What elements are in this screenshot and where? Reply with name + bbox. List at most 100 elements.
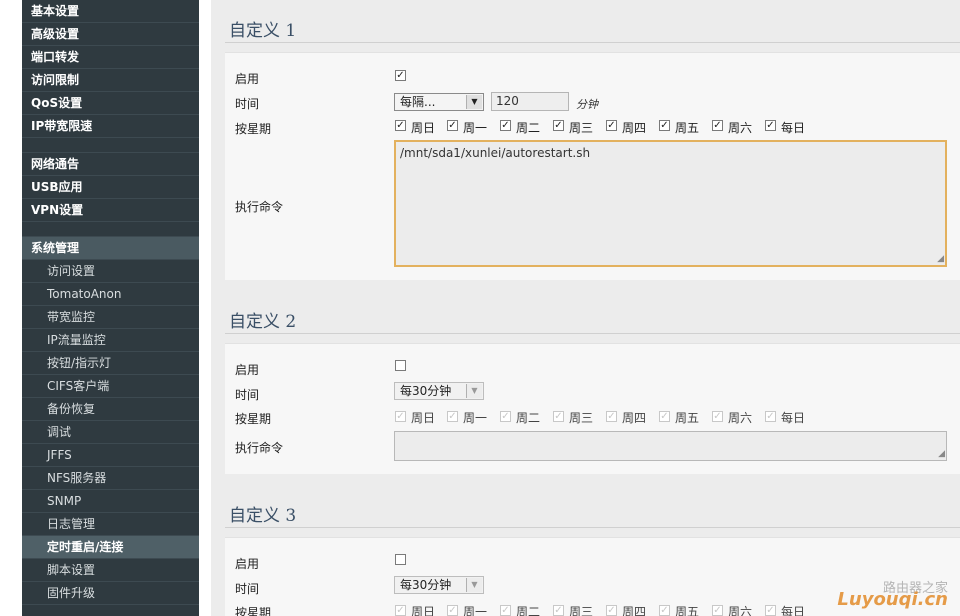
nav-sub-nfs-server[interactable]: NFS服务器 — [22, 467, 199, 490]
custom1-time-select[interactable]: 每隔... ▼ — [394, 93, 484, 111]
nav-sub-tomatoanon[interactable]: TomatoAnon — [22, 283, 199, 306]
nav-sub-backup-restore[interactable]: 备份恢复 — [22, 398, 199, 421]
day-label-sun: 周日 — [411, 121, 436, 135]
day-label-tue: 周二 — [516, 605, 541, 616]
day-label-sat: 周六 — [728, 411, 753, 425]
custom3-time-select[interactable]: 每30分钟 ▼ — [394, 576, 484, 594]
day-label-sat: 周六 — [728, 605, 753, 616]
custom1-day-tue-checkbox[interactable] — [500, 120, 511, 131]
custom3-day-wed-checkbox[interactable] — [553, 605, 564, 616]
nav-sub-cifs-client[interactable]: CIFS客户端 — [22, 375, 199, 398]
custom3-day-sat-checkbox[interactable] — [712, 605, 723, 616]
nav-sub-debug[interactable]: 调试 — [22, 421, 199, 444]
title-rule — [225, 527, 960, 528]
custom3-day-daily-checkbox[interactable] — [765, 605, 776, 616]
custom1-day-sun-checkbox[interactable] — [395, 120, 406, 131]
custom2-title: 自定义 2 — [229, 312, 297, 332]
custom1-day-daily-checkbox[interactable] — [765, 120, 776, 131]
nav-vpn-settings[interactable]: VPN设置 — [22, 199, 199, 222]
custom1-day-sat-checkbox[interactable] — [712, 120, 723, 131]
custom1-day-mon-checkbox[interactable] — [447, 120, 458, 131]
custom2-day-sun-checkbox[interactable] — [395, 411, 406, 422]
custom2-command-textarea[interactable]: ◢ — [394, 431, 947, 461]
custom2-panel: 启用 时间 每30分钟 ▼ 按星期 周日 周一 周二 周三 周四 周五 周六 每… — [225, 343, 960, 474]
custom1-time-select-value: 每隔... — [400, 95, 436, 109]
nav-gap — [22, 222, 199, 237]
nav-advanced-settings[interactable]: 高级设置 — [22, 23, 199, 46]
custom3-title: 自定义 3 — [229, 506, 297, 526]
nav-ip-bandwidth-limit[interactable]: IP带宽限速 — [22, 115, 199, 138]
custom2-day-sat-checkbox[interactable] — [712, 411, 723, 422]
nav-sub-scripts[interactable]: 脚本设置 — [22, 559, 199, 582]
nav-sub-buttons-leds[interactable]: 按钮/指示灯 — [22, 352, 199, 375]
day-label-sat: 周六 — [728, 121, 753, 135]
day-label-tue: 周二 — [516, 411, 541, 425]
custom3-day-tue-checkbox[interactable] — [500, 605, 511, 616]
nav-network-announce[interactable]: 网络通告 — [22, 153, 199, 176]
custom1-day-thu-checkbox[interactable] — [606, 120, 617, 131]
nav-usb-apps[interactable]: USB应用 — [22, 176, 199, 199]
resize-handle-icon[interactable]: ◢ — [937, 254, 944, 264]
day-label-fri: 周五 — [675, 411, 700, 425]
chevron-down-icon: ▼ — [466, 384, 482, 398]
custom2-time-select[interactable]: 每30分钟 ▼ — [394, 382, 484, 400]
nav-sub-bandwidth-monitor[interactable]: 带宽监控 — [22, 306, 199, 329]
day-label-mon: 周一 — [463, 605, 488, 616]
day-label-sun: 周日 — [411, 411, 436, 425]
nav-sub-scheduler[interactable]: 定时重启/连接 — [22, 536, 199, 559]
resize-handle-icon[interactable]: ◢ — [938, 449, 945, 459]
enable-label: 启用 — [235, 557, 260, 571]
sidebar-divider — [199, 0, 211, 616]
nav-gap — [22, 138, 199, 153]
day-label-daily: 每日 — [781, 411, 806, 425]
chevron-down-icon: ▼ — [466, 95, 482, 109]
nav-port-forwarding[interactable]: 端口转发 — [22, 46, 199, 69]
day-label-thu: 周四 — [622, 121, 647, 135]
nav-sub-snmp[interactable]: SNMP — [22, 490, 199, 513]
nav-basic-settings[interactable]: 基本设置 — [22, 0, 199, 23]
custom1-command-textarea[interactable]: /mnt/sda1/xunlei/autorestart.sh ◢ — [394, 140, 947, 267]
custom2-enable-checkbox[interactable] — [395, 360, 406, 371]
day-label-wed: 周三 — [569, 121, 594, 135]
custom3-day-fri-checkbox[interactable] — [659, 605, 670, 616]
day-label-tue: 周二 — [516, 121, 541, 135]
custom1-command-text: /mnt/sda1/xunlei/autorestart.sh — [400, 146, 591, 160]
weekdays-label: 按星期 — [235, 122, 272, 136]
custom1-day-fri-checkbox[interactable] — [659, 120, 670, 131]
custom1-day-wed-checkbox[interactable] — [553, 120, 564, 131]
nav-sub-firmware-upgrade[interactable]: 固件升级 — [22, 582, 199, 605]
custom3-enable-checkbox[interactable] — [395, 554, 406, 565]
day-label-fri: 周五 — [675, 121, 700, 135]
custom3-time-select-value: 每30分钟 — [400, 578, 452, 592]
custom2-day-tue-checkbox[interactable] — [500, 411, 511, 422]
custom3-day-sun-checkbox[interactable] — [395, 605, 406, 616]
nav-sub-jffs[interactable]: JFFS — [22, 444, 199, 467]
custom3-day-thu-checkbox[interactable] — [606, 605, 617, 616]
day-label-thu: 周四 — [622, 411, 647, 425]
day-label-fri: 周五 — [675, 605, 700, 616]
nav-sub-ip-traffic[interactable]: IP流量监控 — [22, 329, 199, 352]
nav-sub-access-settings[interactable]: 访问设置 — [22, 260, 199, 283]
custom3-day-mon-checkbox[interactable] — [447, 605, 458, 616]
nav-system-management[interactable]: 系统管理 — [22, 237, 199, 260]
custom2-day-mon-checkbox[interactable] — [447, 411, 458, 422]
custom1-interval-input[interactable]: 120 — [491, 92, 569, 111]
custom1-enable-checkbox[interactable] — [395, 70, 406, 81]
nav-qos-settings[interactable]: QoS设置 — [22, 92, 199, 115]
custom1-panel: 启用 时间 每隔... ▼ 120 分钟 按星期 周日 周一 周二 周三 周四 … — [225, 52, 960, 280]
title-rule — [225, 42, 960, 43]
nav-sub-log-management[interactable]: 日志管理 — [22, 513, 199, 536]
custom2-day-daily-checkbox[interactable] — [765, 411, 776, 422]
weekdays-label: 按星期 — [235, 606, 272, 616]
time-label: 时间 — [235, 97, 260, 111]
day-label-sun: 周日 — [411, 605, 436, 616]
sidebar-nav: 基本设置 高级设置 端口转发 访问限制 QoS设置 IP带宽限速 网络通告 US… — [22, 0, 199, 616]
custom2-day-wed-checkbox[interactable] — [553, 411, 564, 422]
nav-access-restriction[interactable]: 访问限制 — [22, 69, 199, 92]
day-label-mon: 周一 — [463, 411, 488, 425]
title-rule — [225, 333, 960, 334]
custom2-day-fri-checkbox[interactable] — [659, 411, 670, 422]
custom2-time-select-value: 每30分钟 — [400, 384, 452, 398]
custom2-day-thu-checkbox[interactable] — [606, 411, 617, 422]
custom1-title: 自定义 1 — [229, 21, 297, 41]
